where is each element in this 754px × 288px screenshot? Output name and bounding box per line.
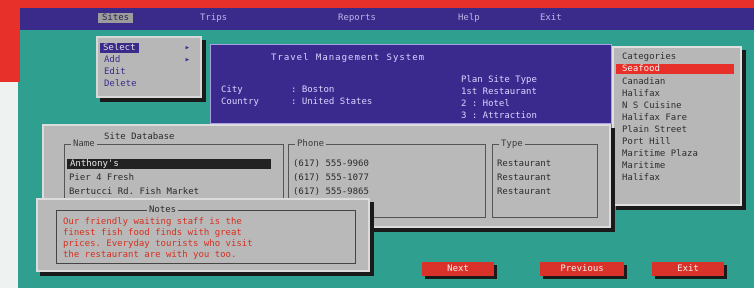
list-item[interactable]: Maritime Plaza — [622, 149, 698, 159]
category-list: Categories Seafood Canadian Halifax N S … — [612, 46, 742, 206]
name-row[interactable]: Bertucci Rd. Fish Market — [69, 187, 199, 197]
right-arrow-icon: ▸ — [184, 43, 190, 53]
white-margin — [0, 82, 18, 288]
list-item[interactable]: Halifax — [622, 89, 660, 99]
menu-option-delete[interactable]: Delete — [104, 79, 137, 89]
list-item[interactable]: Halifax — [622, 173, 660, 183]
right-arrow-icon: ▸ — [184, 55, 190, 65]
phone-row[interactable]: (617) 555-9865 — [293, 187, 369, 197]
exit-button[interactable]: Exit — [652, 262, 724, 276]
site-type-option[interactable]: 2 : Hotel — [461, 99, 510, 109]
list-item-selected[interactable]: Seafood — [616, 64, 734, 74]
red-left-band — [0, 0, 20, 82]
name-row-selected[interactable]: Anthony's — [67, 159, 271, 169]
menu-bar: Sites Trips Reports Help Exit — [20, 8, 754, 30]
type-row[interactable]: Restaurant — [497, 187, 551, 197]
menu-option-select[interactable]: Select — [100, 43, 139, 53]
list-item[interactable]: N S Cuisine — [622, 101, 682, 111]
country-label: Country — [221, 97, 259, 107]
notes-line: Our friendly waiting staff is the — [63, 217, 242, 227]
city-label: City — [221, 85, 243, 95]
site-type-option[interactable]: 1st Restaurant — [461, 87, 537, 97]
notes-window: Notes Our friendly waiting staff is the … — [36, 198, 370, 272]
panel-title: Travel Management System — [271, 53, 426, 63]
city-value: : Boston — [291, 85, 335, 95]
travel-management-panel: Travel Management System City : Boston C… — [210, 44, 612, 124]
type-row[interactable]: Restaurant — [497, 173, 551, 183]
next-button[interactable]: Next — [422, 262, 494, 276]
notes-box[interactable]: Notes Our friendly waiting staff is the … — [56, 205, 356, 264]
notes-header: Notes — [147, 205, 179, 215]
site-type-option[interactable]: 3 : Attraction — [461, 111, 537, 121]
list-item[interactable]: Port Hill — [622, 137, 671, 147]
list-item[interactable]: Canadian — [622, 77, 665, 87]
notes-line: prices. Everyday tourists who visit — [63, 239, 253, 249]
list-item[interactable]: Halifax Fare — [622, 113, 687, 123]
menu-item-trips[interactable]: Trips — [200, 13, 227, 23]
type-header: Type — [499, 139, 525, 149]
menu-item-exit[interactable]: Exit — [540, 13, 562, 23]
menu-option-edit[interactable]: Edit — [104, 67, 126, 77]
type-list: Type Restaurant Restaurant Restaurant — [492, 139, 598, 218]
type-row[interactable]: Restaurant — [497, 159, 551, 169]
sites-dropdown-menu: Select ▸ Add ▸ Edit Delete — [96, 36, 202, 98]
previous-button[interactable]: Previous — [540, 262, 624, 276]
name-row[interactable]: Pier 4 Fresh — [69, 173, 134, 183]
menu-item-sites[interactable]: Sites — [98, 13, 134, 23]
country-value: : United States — [291, 97, 373, 107]
list-item[interactable]: Categories — [622, 52, 676, 62]
notes-line: the restaurant are with you too. — [63, 250, 237, 260]
red-top-band — [0, 0, 754, 8]
menu-item-help[interactable]: Help — [458, 13, 480, 23]
notes-line: finest fish food finds with great — [63, 228, 242, 238]
window-title: Site Database — [104, 132, 175, 142]
phone-header: Phone — [295, 139, 327, 149]
name-header: Name — [71, 139, 97, 149]
phone-row[interactable]: (617) 555-9960 — [293, 159, 369, 169]
phone-row[interactable]: (617) 555-1077 — [293, 173, 369, 183]
site-type-label: Plan Site Type — [461, 75, 537, 85]
menu-item-reports[interactable]: Reports — [338, 13, 376, 23]
menu-option-add[interactable]: Add — [104, 55, 120, 65]
list-item[interactable]: Maritime — [622, 161, 665, 171]
list-item[interactable]: Plain Street — [622, 125, 687, 135]
